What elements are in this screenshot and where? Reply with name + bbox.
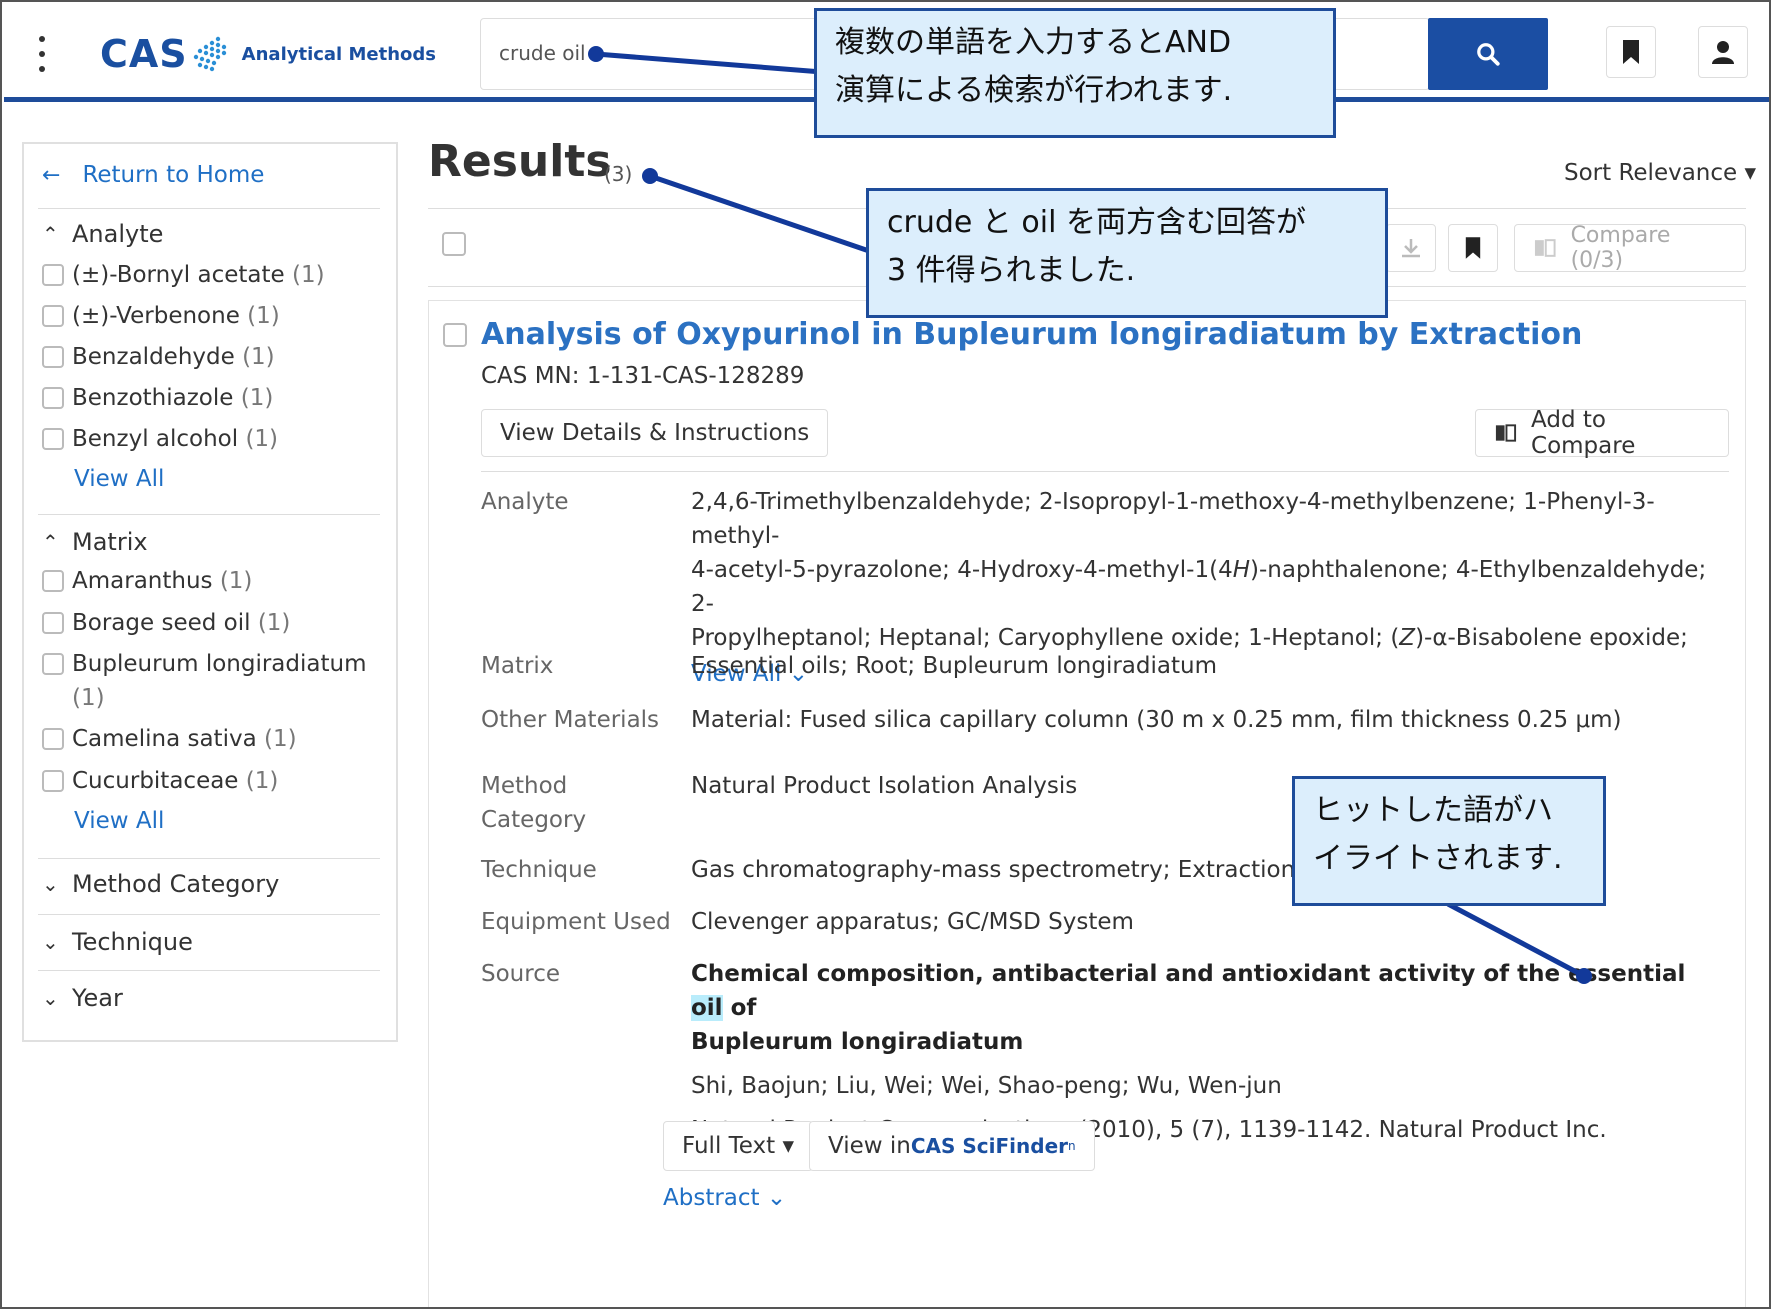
callout-anchor-dot xyxy=(588,46,604,62)
app-frame: CAS Analytical Methods crude oil ← Retur… xyxy=(0,0,1771,1309)
callout-highlight: ヒットした語がハ イライトされます. xyxy=(1292,776,1606,906)
callout-anchor-dot xyxy=(642,168,658,184)
callout-result-count: crude と oil を両方含む回答が 3 件得られました. xyxy=(866,188,1388,318)
callout-connector-line xyxy=(649,173,873,255)
callout-search-and: 複数の単語を入力するとAND 演算による検索が行われます. xyxy=(814,8,1336,138)
callout-connector-line xyxy=(595,51,823,75)
callout-anchor-dot xyxy=(1576,968,1592,984)
callout-connector-line xyxy=(1446,901,1586,979)
